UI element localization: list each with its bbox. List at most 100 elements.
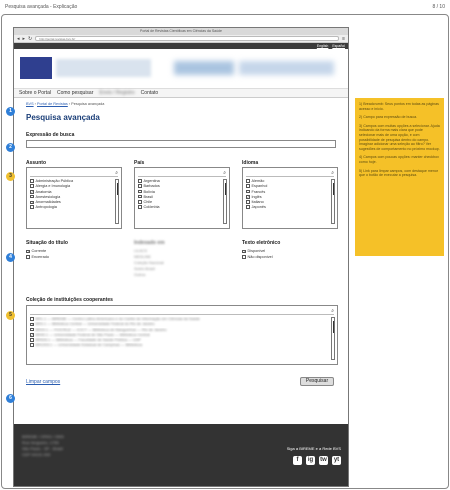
page-counter: 8 / 10	[432, 4, 445, 10]
checkbox[interactable]	[138, 205, 142, 209]
situacao-options: ✓ Corrente Encerrado	[26, 248, 49, 260]
checkbox-checked[interactable]: ✓	[30, 333, 34, 337]
list-item[interactable]: Colômbia	[138, 205, 219, 210]
idioma-list: Alemão Espanhol Francês ✓ Inglês Italiano…	[246, 179, 327, 211]
checkbox[interactable]	[30, 338, 34, 342]
scrollbar[interactable]	[331, 179, 335, 224]
note-paragraph: 3) Campos com muitas opções a selecionar…	[359, 123, 440, 151]
idioma-label: Idioma	[242, 160, 259, 166]
scrollbar[interactable]	[115, 179, 119, 224]
breadcrumb-portal[interactable]: Portal de Revistas	[37, 102, 68, 106]
assunto-filter[interactable]: ⌕ Administração Pública Alergia e Imunol…	[26, 167, 122, 229]
pais-filter[interactable]: ⌕ Argentina Barbados Bolívia Brasil Chil…	[134, 167, 230, 229]
option-nao-disponivel[interactable]: Não disponível	[242, 254, 273, 260]
scrollbar[interactable]	[331, 317, 335, 360]
checkbox[interactable]	[30, 205, 34, 209]
indexado-label: Indexado em	[134, 240, 165, 246]
checkbox[interactable]	[138, 179, 142, 183]
checkbox-checked[interactable]: ✓	[30, 322, 34, 327]
search-button[interactable]: Pesquisar	[300, 377, 334, 386]
forward-icon[interactable]: ▸	[23, 35, 26, 43]
checkbox[interactable]	[138, 200, 142, 204]
breadcrumb-bvs[interactable]: BVS	[26, 102, 34, 106]
logo-text	[56, 59, 151, 77]
url-input[interactable]: http://portal.revistas.bvs.br/	[35, 36, 340, 41]
breadcrumb-current: Pesquisa avançada	[71, 102, 105, 106]
note-paragraph: 5) Link para limpar campos, com destaque…	[359, 168, 439, 178]
checkbox-checked[interactable]: ✓	[30, 190, 34, 194]
footer-follow-text: Siga a BIREME e a Rede BVS	[286, 446, 341, 451]
list-item[interactable]: Japonês	[246, 205, 327, 210]
checkbox[interactable]	[246, 189, 250, 194]
indexado-options: LILACS MEDLINE Coleção Nacional Scielo B…	[134, 248, 164, 278]
checkbox[interactable]	[30, 327, 34, 332]
twitter-icon[interactable]: tw	[319, 456, 328, 465]
checkbox-checked[interactable]: ✓	[26, 249, 30, 253]
marker-5: 5	[6, 311, 15, 320]
list-item[interactable]: Outros	[134, 272, 164, 278]
checkbox[interactable]	[138, 194, 142, 199]
lang-espanol-link[interactable]: Español	[332, 44, 345, 48]
pais-list: Argentina Barbados Bolívia Brasil Chile …	[138, 179, 219, 211]
checkbox[interactable]	[246, 179, 250, 183]
app-topbar: Pesquisa avançada - Explicação 8 / 10	[0, 0, 450, 14]
checkbox[interactable]	[246, 205, 250, 209]
back-icon[interactable]: ◂	[17, 35, 20, 43]
checkbox[interactable]	[30, 179, 34, 183]
bvs-logo[interactable]	[20, 57, 52, 79]
assunto-label: Assunto	[26, 160, 46, 166]
menu-item-como-pesquisar[interactable]: Como pesquisar	[57, 90, 93, 96]
facebook-icon[interactable]: f	[293, 456, 302, 465]
page-title: Pesquisa avançada	[26, 113, 100, 122]
reload-icon[interactable]: ↻	[28, 35, 32, 43]
lang-english-link[interactable]: English	[317, 44, 328, 48]
checkbox[interactable]	[246, 200, 250, 204]
header-banner-2	[239, 61, 334, 75]
checkbox[interactable]	[30, 317, 34, 321]
menu-icon[interactable]: ≡	[342, 35, 345, 43]
breadcrumb: BVS › Portal de Revistas › Pesquisa avan…	[26, 102, 105, 106]
social-links: f ig tw yt	[293, 456, 341, 465]
situacao-label: Situação do título	[26, 240, 68, 246]
search-input[interactable]	[26, 140, 336, 148]
checkbox[interactable]	[26, 255, 30, 259]
menu-item-sobre[interactable]: Sobre o Portal	[19, 90, 51, 96]
filter-search-field[interactable]	[138, 176, 226, 177]
address-bar: ◂ ▸ ↻ http://portal.revistas.bvs.br/ ≡	[14, 35, 348, 43]
checkbox[interactable]	[138, 189, 142, 194]
list-item[interactable]: Antropologia	[30, 205, 111, 210]
checkbox-checked[interactable]: ✓	[242, 249, 246, 253]
colecao-label: Coleção de instituições cooperantes	[26, 297, 113, 303]
browser-window: Portal de Revistas Científicas em Ciênci…	[13, 27, 349, 487]
search-label: Expressão de busca	[26, 132, 75, 138]
checkbox-checked[interactable]: ✓	[246, 195, 250, 199]
menu-item-contato[interactable]: Contato	[141, 90, 159, 96]
site-header	[14, 49, 348, 89]
instagram-icon[interactable]: ig	[306, 456, 315, 465]
checkbox-checked[interactable]: ✓	[30, 200, 34, 205]
checkbox[interactable]	[30, 343, 34, 347]
checkbox[interactable]	[30, 184, 34, 188]
checkbox[interactable]	[30, 194, 34, 199]
clear-fields-link[interactable]: Limpar campos	[26, 379, 60, 385]
list-item[interactable]: BR1003.1 — Universidade Estadual de Camp…	[30, 343, 327, 348]
filter-search-field[interactable]	[246, 176, 334, 177]
filter-search-field[interactable]	[30, 314, 334, 315]
idioma-filter[interactable]: ⌕ Alemão Espanhol Francês ✓ Inglês Italia…	[242, 167, 338, 229]
youtube-icon[interactable]: yt	[332, 456, 341, 465]
menu-item-envio[interactable]: Envio / Registro	[99, 90, 134, 96]
checkbox[interactable]	[242, 255, 246, 259]
colecao-filter[interactable]: ⌕ BR1.1 — BIREME — Centro Latino-America…	[26, 305, 338, 365]
option-encerrado[interactable]: Encerrado	[26, 254, 49, 260]
marker-1: 1	[6, 107, 15, 116]
filter-search-field[interactable]	[30, 176, 118, 177]
checkbox[interactable]	[138, 184, 142, 188]
checkbox[interactable]	[246, 184, 250, 188]
colecao-list: BR1.1 — BIREME — Centro Latino-Americano…	[30, 317, 327, 349]
scrollbar[interactable]	[223, 179, 227, 224]
assunto-list: Administração Pública Alergia e Imunolog…	[30, 179, 111, 211]
footer-address: BIREME / OPAS / OMS Rua Vergueiro, 1759 …	[22, 434, 64, 457]
marker-4: 4	[6, 253, 15, 262]
pais-label: País	[134, 160, 145, 166]
app-title: Pesquisa avançada - Explicação	[5, 4, 78, 10]
